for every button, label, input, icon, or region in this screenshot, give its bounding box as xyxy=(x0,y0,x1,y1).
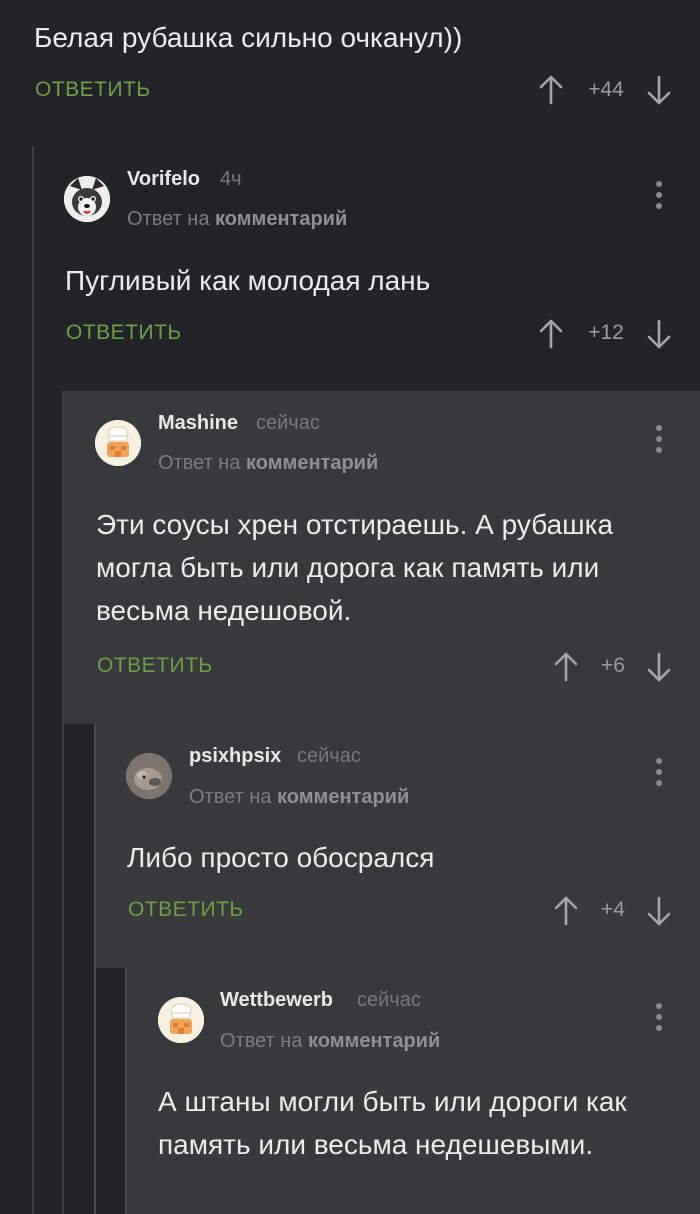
reply-to-prefix: Ответ на xyxy=(189,786,272,808)
comment-text: Пугливый как молодая лань xyxy=(65,265,431,296)
chef-avatar-icon xyxy=(158,997,204,1043)
reply-to-link[interactable]: комментарий xyxy=(215,208,347,230)
avatar-photo[interactable] xyxy=(126,753,172,799)
reply-button[interactable]: ОТВЕТИТЬ xyxy=(66,321,182,345)
reply-to-link[interactable]: комментарий xyxy=(277,786,409,808)
downvote-arrow-icon[interactable] xyxy=(644,895,674,927)
reply-to-link[interactable]: комментарий xyxy=(308,1030,440,1052)
new-comments-panel-2 xyxy=(64,724,94,1214)
comment-score: +12 xyxy=(588,321,624,344)
downvote-arrow-icon[interactable] xyxy=(644,651,674,683)
thread-line-level-2[interactable] xyxy=(62,391,64,1214)
comment-text: А штаны могли быть или дороги как память… xyxy=(158,1086,627,1160)
more-options-icon[interactable] xyxy=(654,1003,664,1039)
reply-to-line: Ответ на комментарий xyxy=(127,208,347,231)
comment-text: Либо просто обосрался xyxy=(127,842,435,873)
more-options-icon[interactable] xyxy=(654,425,664,461)
reply-to-prefix: Ответ на xyxy=(158,452,241,474)
reply-to-prefix: Ответ на xyxy=(220,1030,303,1052)
comment-text: Эти соусы хрен отстираешь. А рубашка мог… xyxy=(96,509,614,626)
upvote-arrow-icon[interactable] xyxy=(536,318,566,350)
more-options-icon[interactable] xyxy=(654,758,664,794)
comment-time: сейчас xyxy=(297,745,361,767)
photo-avatar-icon xyxy=(126,753,172,799)
downvote-arrow-icon[interactable] xyxy=(644,74,674,106)
comment-author[interactable]: psixhpsix xyxy=(189,745,281,768)
reply-to-prefix: Ответ на xyxy=(127,208,210,230)
thread-line-level-3[interactable] xyxy=(94,724,96,1214)
upvote-arrow-icon[interactable] xyxy=(551,895,581,927)
reply-button[interactable]: ОТВЕТИТЬ xyxy=(97,654,213,678)
comment-time: сейчас xyxy=(256,412,320,434)
downvote-arrow-icon[interactable] xyxy=(644,318,674,350)
comment-score: +6 xyxy=(601,654,625,677)
avatar-default-chef[interactable] xyxy=(158,997,204,1043)
reply-to-link[interactable]: комментарий xyxy=(246,452,378,474)
thread-line-level-1[interactable] xyxy=(32,146,34,1214)
comment-author[interactable]: Vorifelo xyxy=(127,168,200,191)
new-comments-panel-3 xyxy=(96,968,126,1214)
comment-author[interactable]: Mashine xyxy=(158,412,238,435)
comment-author[interactable]: Wettbewerb xyxy=(220,989,333,1012)
reply-to-line: Ответ на комментарий xyxy=(189,786,409,809)
more-options-icon[interactable] xyxy=(654,181,664,217)
husky-avatar-icon xyxy=(64,176,110,222)
comment-time: 4ч xyxy=(220,168,242,190)
thread-line-level-4[interactable] xyxy=(125,968,127,1214)
reply-button[interactable]: ОТВЕТИТЬ xyxy=(35,78,151,102)
avatar-husky[interactable] xyxy=(64,176,110,222)
comment-text: Белая рубашка сильно очканул)) xyxy=(34,22,463,53)
comment-time: сейчас xyxy=(357,989,421,1011)
chef-avatar-icon xyxy=(95,420,141,466)
upvote-arrow-icon[interactable] xyxy=(551,651,581,683)
avatar-default-chef[interactable] xyxy=(95,420,141,466)
comment-score: +4 xyxy=(601,898,625,921)
comment-score: +44 xyxy=(588,78,624,101)
upvote-arrow-icon[interactable] xyxy=(536,74,566,106)
reply-button[interactable]: ОТВЕТИТЬ xyxy=(128,898,244,922)
reply-to-line: Ответ на комментарий xyxy=(158,452,378,475)
reply-to-line: Ответ на комментарий xyxy=(220,1030,440,1053)
